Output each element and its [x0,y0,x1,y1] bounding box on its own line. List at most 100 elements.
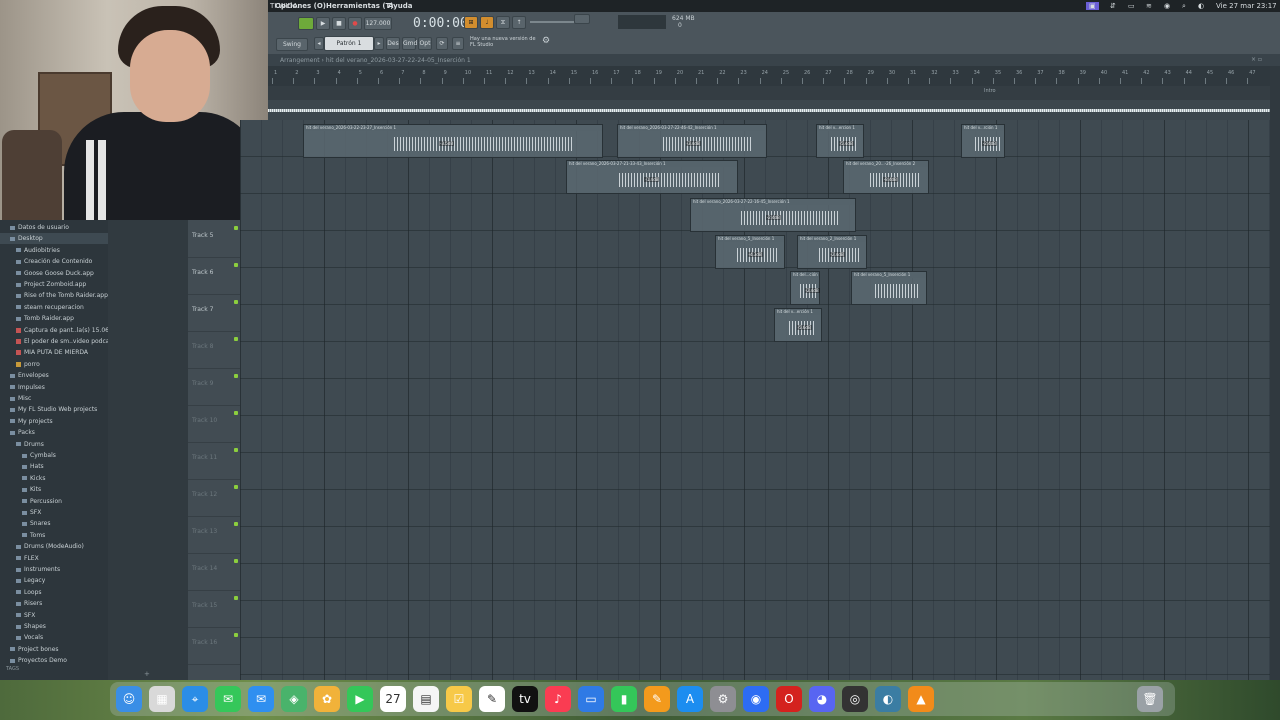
opera-icon[interactable]: O [776,686,802,712]
browser-item[interactable]: El poder de sm..video podcast [0,336,115,347]
davinci-icon[interactable]: ◐ [875,686,901,712]
safari-icon[interactable]: ⌖ [182,686,208,712]
audio-clip[interactable]: hit del...ción 1 -2.4dB [790,271,820,305]
pattern-next-button[interactable]: ▸ [374,37,384,50]
browser-item[interactable]: Hats [0,461,44,472]
track-mute-led[interactable] [234,559,238,563]
status-icon[interactable]: ▣ [1086,2,1099,10]
browser-item[interactable]: Toms [0,530,45,541]
browser-item[interactable]: Drums [0,439,44,450]
zoom-icon[interactable]: ◉ [743,686,769,712]
vertical-scrollbar[interactable] [1270,66,1280,680]
pattern-btn-gmd[interactable]: Gmd [402,37,417,50]
browser-item[interactable]: Creación de Contenido [0,256,92,267]
discord-icon[interactable]: ◕ [809,686,835,712]
messages-icon[interactable]: ✉ [215,686,241,712]
track-header[interactable]: Track 6 [188,257,240,295]
maps-icon[interactable]: ◈ [281,686,307,712]
reminders-icon[interactable]: ☑ [446,686,472,712]
notes-icon[interactable]: ▤ [413,686,439,712]
browser-add-icon[interactable]: + [144,670,150,678]
obs-icon[interactable]: ◎ [842,686,868,712]
browser-item[interactable]: My FL Studio Web projects [0,404,97,415]
browser-item[interactable]: SFX [0,610,35,621]
browser-item[interactable]: Audiobitries [0,245,60,256]
track-mute-led[interactable] [234,263,238,267]
facetime-icon[interactable]: ▶ [347,686,373,712]
trash-icon[interactable]: 🗑 [1137,686,1163,712]
menu-options[interactable]: Opciones (O) [275,2,326,10]
numbers-icon[interactable]: ▮ [611,686,637,712]
track-mute-led[interactable] [234,596,238,600]
pages-icon[interactable]: ✎ [644,686,670,712]
browser-item[interactable]: Packs [0,427,35,438]
browser-item[interactable]: Desktop [0,233,118,245]
browser-item[interactable]: Project bones [0,644,59,655]
mail-icon[interactable]: ✉ [248,686,274,712]
calendar-icon[interactable]: 27 [380,686,406,712]
browser-item[interactable]: MIA PUTA DE MIERDA [0,347,88,358]
audio-clip[interactable]: hit del verano_2026-03-27-22-16-45_Inser… [690,198,856,232]
audio-clip[interactable]: hit del v...erción 1 -5.6dB [774,308,822,342]
audio-clip[interactable]: hit del verano_2026-03-27-22-46-42_Inser… [617,124,767,158]
track-header[interactable]: Track 11 [188,442,240,480]
keynote-icon[interactable]: ▭ [578,686,604,712]
track-header[interactable]: Track 16 [188,627,240,665]
wait-button[interactable]: ⧖ [496,16,510,29]
browser-item[interactable]: Percussion [0,496,62,507]
menu-clock[interactable]: Vie 27 mar 23:17 [1216,2,1277,10]
track-header[interactable]: Track 7 [188,294,240,332]
wifi-icon[interactable]: ≋ [1146,2,1152,10]
marker-intro[interactable]: Intro [984,88,996,94]
browser-item[interactable]: Snares [0,518,50,529]
vpn-icon[interactable]: ⇵ [1110,2,1116,10]
window-close-icon[interactable]: × ▫ [1251,56,1262,63]
browser-item[interactable]: Captura de pant..la(s) 15.06.21 [0,325,119,336]
music-icon[interactable]: ♪ [545,686,571,712]
browser-item[interactable]: Instruments [0,564,60,575]
track-header[interactable]: Track 13 [188,516,240,554]
browser-item[interactable]: Rise of the Tomb Raider.app [0,290,108,301]
gear-icon[interactable]: ⚙ [542,36,550,46]
horizontal-scroll[interactable]: Intro [268,86,1270,100]
browser-item[interactable]: Cymbals [0,450,56,461]
time-display[interactable]: 0:00:00 [413,16,468,31]
record-button[interactable]: ● [348,17,362,30]
track-mute-led[interactable] [234,337,238,341]
audio-clip[interactable]: hit del verano_5_Inserción 1 -4.3dB [715,235,785,269]
track-header[interactable]: Track 12 [188,479,240,517]
audio-clip[interactable]: hit del v...rción 1 -2.4dB [961,124,1005,158]
track-header[interactable]: Track 15 [188,590,240,628]
browser-item[interactable]: Shapes [0,621,46,632]
browser-item[interactable]: Drums (ModeAudio) [0,541,84,552]
tempo-display[interactable]: 127.000 [364,17,392,30]
browser-item[interactable]: Proyectos Demo [0,655,67,666]
settings-icon[interactable]: ⚙ [710,686,736,712]
browser-item[interactable]: Project Zomboid.app [0,279,86,290]
track-mute-led[interactable] [234,448,238,452]
audio-clip[interactable]: hit del verano_2026-03-22-23-27_Inserció… [303,124,603,158]
track-mute-led[interactable] [234,485,238,489]
audio-clip[interactable]: hit del v...ercion 1 -5.4dB [816,124,864,158]
snap-button[interactable]: ⊞ [464,16,478,29]
browser-item[interactable]: Misc [0,393,31,404]
track-mute-led[interactable] [234,300,238,304]
browser-item[interactable]: Tomb Raider.app [0,313,74,324]
browser-item[interactable]: Datos de usuario [0,222,69,233]
audio-clip[interactable]: hit del verano_2_Inserción 1 -2.4dB [797,235,867,269]
stop-button[interactable]: ■ [332,17,346,30]
menu-tools[interactable]: Herramientas (T) [326,2,394,10]
list-icon[interactable]: ≡ [452,37,464,50]
track-header[interactable]: Track 14 [188,553,240,591]
track-header[interactable]: Track 9 [188,368,240,406]
timeline-ruler[interactable]: 1 2 3 4 5 6 7 8 9 10 11 12 13 14 15 16 17 18 19 20 21 22 23 24 2… [268,66,1270,87]
track-mute-led[interactable] [234,411,238,415]
track-mute-led[interactable] [234,522,238,526]
browser-item[interactable]: Kicks [0,473,46,484]
pattern-btn-opt[interactable]: Opt [418,37,432,50]
track-mute-led[interactable] [234,633,238,637]
audio-clip[interactable]: hit del verano_5_Inserción 1 [851,271,927,305]
finder-icon[interactable]: ☺ [116,686,142,712]
browser-item[interactable]: Legacy [0,575,45,586]
link-icon[interactable]: ⟳ [436,37,448,50]
